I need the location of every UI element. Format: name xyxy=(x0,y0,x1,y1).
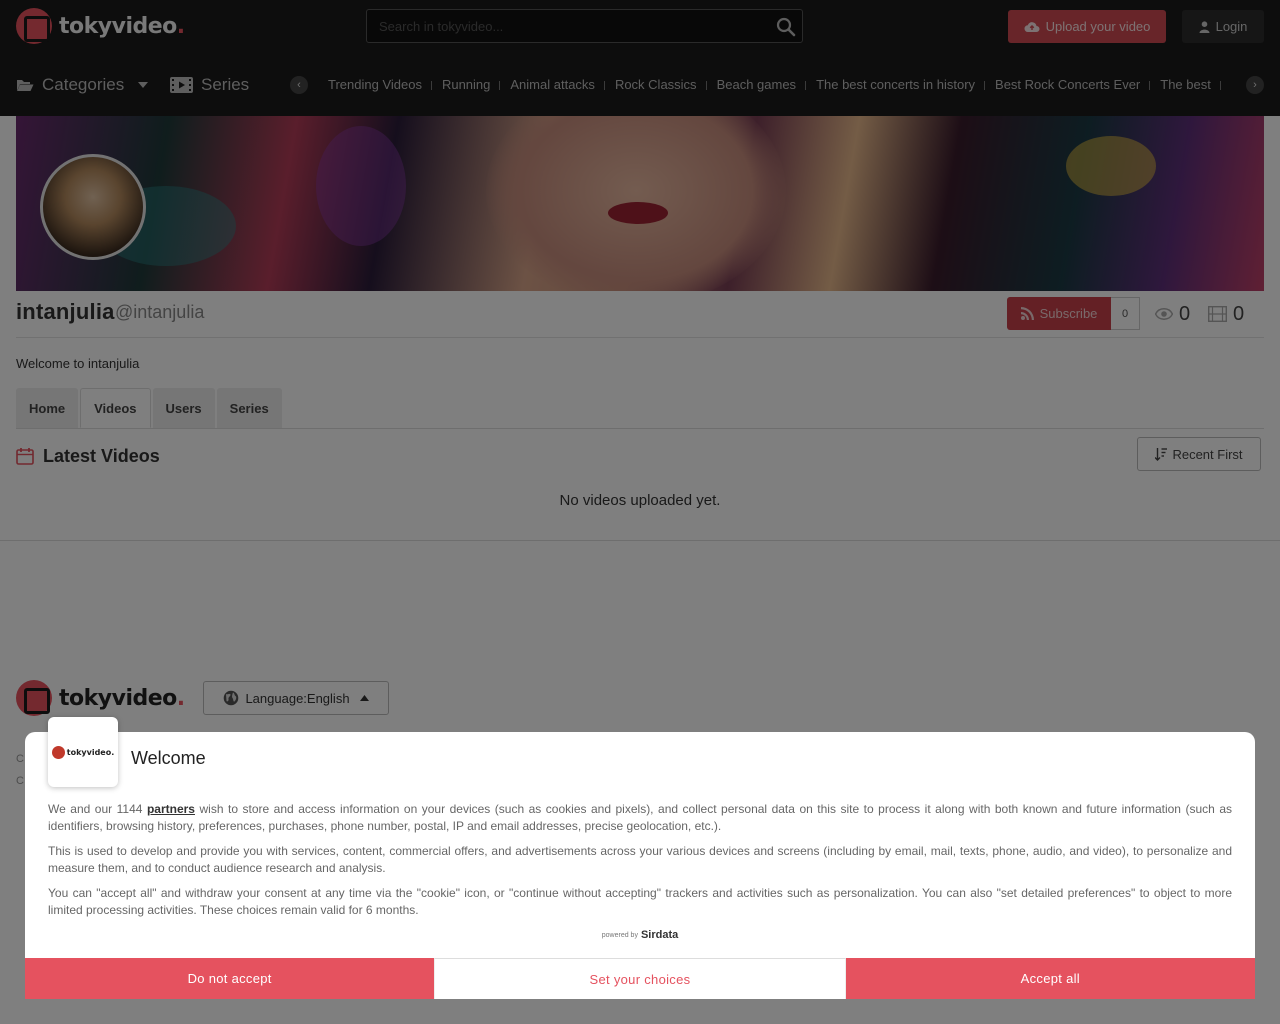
logo-mark-icon xyxy=(51,745,65,759)
accept-all-button[interactable]: Accept all xyxy=(845,958,1255,999)
powered-by: powered by Sirdata xyxy=(25,929,1255,941)
sirdata-brand: Sirdata xyxy=(640,929,679,941)
consent-title: Welcome xyxy=(131,748,206,768)
consent-site-logo: tokyvideo. xyxy=(48,717,118,787)
partners-link[interactable]: partners xyxy=(147,802,195,816)
set-choices-button[interactable]: Set your choices xyxy=(434,958,846,999)
consent-actions: Do not accept Set your choices Accept al… xyxy=(25,958,1255,999)
do-not-accept-button[interactable]: Do not accept xyxy=(25,958,435,999)
consent-paragraph-2: This is used to develop and provide you … xyxy=(48,844,1232,875)
consent-logo-text: tokyvideo. xyxy=(66,747,115,757)
cookie-consent-dialog: tokyvideo. Welcome We and our 1144 partn… xyxy=(25,717,1255,999)
consent-paragraph-1: We and our 1144 partners wish to store a… xyxy=(48,802,1232,833)
powered-by-label: powered by xyxy=(601,931,638,939)
consent-paragraph-3: You can "accept all" and withdraw your c… xyxy=(48,886,1232,917)
